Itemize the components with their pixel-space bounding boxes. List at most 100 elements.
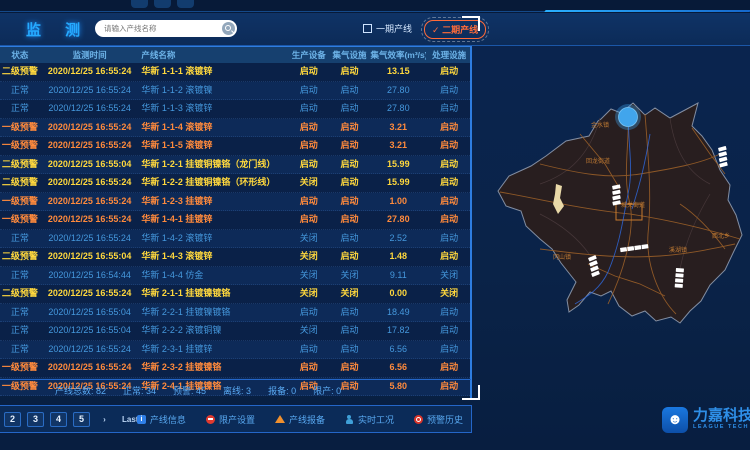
- phase1-checkbox[interactable]: 一期产线: [363, 22, 412, 35]
- corner-bracket: [462, 16, 480, 31]
- gas-facility-cell: 关闭: [329, 285, 371, 303]
- treatment-facility-cell: 启动: [426, 137, 472, 155]
- search-box: [95, 20, 237, 37]
- line-name-cell: 华新 1-1-2 滚镀镍: [139, 82, 288, 100]
- next-page-button[interactable]: ›: [96, 412, 113, 427]
- line-name-cell: 华新 1-2-3 挂镀锌: [139, 193, 288, 211]
- status-cell: 二级预警: [0, 156, 40, 174]
- status-cell: 二级预警: [0, 248, 40, 266]
- table-row[interactable]: 一级预警 2020/12/25 16:55:24 华新 1-1-4 滚镀锌 启动…: [0, 119, 472, 138]
- page-title: 监 测: [26, 19, 90, 40]
- action-info-button[interactable]: i 产线信息: [137, 413, 186, 426]
- line-name-cell: 华新 1-4-2 滚镀锌: [139, 230, 288, 248]
- efficiency-cell: 27.80: [370, 82, 426, 100]
- top-notch: [131, 0, 148, 8]
- gas-facility-cell: 启动: [329, 193, 371, 211]
- column-header: 状态: [0, 47, 40, 63]
- table-row[interactable]: 一级预警 2020/12/25 16:55:24 华新 1-4-1 挂镀锌 启动…: [0, 211, 472, 230]
- gas-facility-cell: 启动: [329, 156, 371, 174]
- time-cell: 2020/12/25 16:55:24: [40, 359, 140, 377]
- status-cell: 一级预警: [0, 193, 40, 211]
- treatment-facility-cell: 启动: [426, 230, 472, 248]
- top-notch: [154, 0, 171, 8]
- table-row[interactable]: 一级预警 2020/12/25 16:55:24 华新 2-3-2 挂镀镍铬 启…: [0, 359, 472, 378]
- line-name-cell: 华新 2-3-1 挂镀锌: [139, 341, 288, 359]
- efficiency-cell: 13.15: [370, 63, 426, 81]
- divider-accent: [544, 10, 750, 12]
- monitor-dashboard: 监 测 一期产线 ✓ 二期产线 状态监测时间产线名称生产设备集气设施集气效率(m…: [0, 0, 750, 450]
- time-cell: 2020/12/25 16:55:24: [40, 341, 140, 359]
- place-label: 西北乡: [712, 232, 730, 240]
- page-button[interactable]: 2: [4, 412, 21, 427]
- treatment-facility-cell: 关闭: [426, 285, 472, 303]
- time-cell: 2020/12/25 16:55:24: [40, 285, 140, 303]
- search-input[interactable]: [95, 23, 216, 34]
- production-equipment-cell: 启动: [289, 193, 329, 211]
- place-label: 冈山镇: [553, 253, 571, 261]
- status-cell: 正常: [0, 341, 40, 359]
- efficiency-cell: 6.56: [370, 359, 426, 377]
- table-row[interactable]: 二级预警 2020/12/25 16:55:04 华新 1-4-3 滚镀锌 关闭…: [0, 248, 472, 267]
- table-row[interactable]: 二级预警 2020/12/25 16:55:24 华新 2-1-1 挂镀镍镀铬 …: [0, 285, 472, 304]
- column-header: 产线名称: [139, 47, 288, 63]
- district-map[interactable]: 金水镇回龙街道城关街道西北乡冈山镇溪湖镇: [480, 14, 750, 450]
- production-equipment-cell: 启动: [289, 341, 329, 359]
- production-equipment-cell: 启动: [289, 304, 329, 322]
- column-header: 集气效率(m³/s): [370, 47, 426, 63]
- table-row[interactable]: 正常 2020/12/25 16:55:04 华新 2-2-1 挂镀镍镀铬 启动…: [0, 304, 472, 323]
- gas-facility-cell: 启动: [329, 230, 371, 248]
- page-button[interactable]: 3: [27, 412, 44, 427]
- action-limit-button[interactable]: 限产设置: [206, 413, 255, 426]
- top-notch: [177, 0, 194, 8]
- checkbox-icon: [363, 24, 372, 33]
- table-row[interactable]: 正常 2020/12/25 16:54:44 华新 1-4-4 仿金 关闭 关闭…: [0, 267, 472, 286]
- page-button[interactable]: 4: [50, 412, 67, 427]
- table-row[interactable]: 一级预警 2020/12/25 16:55:24 华新 1-1-5 滚镀锌 启动…: [0, 137, 472, 156]
- table-row[interactable]: 二级预警 2020/12/25 16:55:04 华新 1-2-1 挂镀铜镍铬（…: [0, 156, 472, 175]
- line-name-cell: 华新 2-2-1 挂镀镍镀铬: [139, 304, 288, 322]
- action-history-button[interactable]: 预警历史: [414, 413, 463, 426]
- table-row[interactable]: 正常 2020/12/25 16:55:24 华新 1-4-2 滚镀锌 关闭 启…: [0, 230, 472, 249]
- efficiency-cell: 3.21: [370, 119, 426, 137]
- alert-marker[interactable]: [619, 108, 638, 127]
- production-equipment-cell: 启动: [289, 137, 329, 155]
- production-equipment-cell: 关闭: [289, 248, 329, 266]
- table-row[interactable]: 正常 2020/12/25 16:55:24 华新 1-1-2 滚镀镍 启动 启…: [0, 82, 472, 101]
- treatment-facility-cell: 启动: [426, 156, 472, 174]
- line-name-cell: 华新 2-3-2 挂镀镍铬: [139, 359, 288, 377]
- gas-facility-cell: 启动: [329, 248, 371, 266]
- table-row[interactable]: 一级预警 2020/12/25 16:55:24 华新 1-2-3 挂镀锌 启动…: [0, 193, 472, 212]
- line-name-cell: 华新 1-1-5 滚镀锌: [139, 137, 288, 155]
- place-label: 城关街道: [621, 201, 645, 209]
- time-cell: 2020/12/25 16:55:24: [40, 137, 140, 155]
- production-equipment-cell: 启动: [289, 119, 329, 137]
- efficiency-cell: 15.99: [370, 156, 426, 174]
- page-button[interactable]: 5: [73, 412, 90, 427]
- company-logo: ☻ 力嘉科技 LEAGUE TECH: [662, 407, 750, 433]
- efficiency-cell: 2.52: [370, 230, 426, 248]
- production-equipment-cell: 启动: [289, 100, 329, 118]
- action-report-button[interactable]: 产线报备: [275, 413, 325, 426]
- treatment-facility-cell: 启动: [426, 119, 472, 137]
- table-header-row: 状态监测时间产线名称生产设备集气设施集气效率(m³/s)处理设施: [0, 46, 472, 63]
- history-icon: [414, 415, 423, 424]
- column-header: 监测时间: [40, 47, 140, 63]
- line-name-cell: 华新 1-4-1 挂镀锌: [139, 211, 288, 229]
- line-name-cell: 华新 2-2-2 滚镀铜镍: [139, 322, 288, 340]
- action-realtime-button[interactable]: 实时工况: [345, 413, 394, 426]
- table-row[interactable]: 二级预警 2020/12/25 16:55:24 华新 1-1-1 滚镀锌 启动…: [0, 63, 472, 82]
- efficiency-cell: 15.99: [370, 174, 426, 192]
- table-row[interactable]: 正常 2020/12/25 16:55:24 华新 1-1-3 滚镀锌 启动 启…: [0, 100, 472, 119]
- summary-bar: 产线总数: 82正常: 34预警: 45离线: 3报备: 0限产: 0: [0, 379, 471, 400]
- gas-facility-cell: 启动: [329, 322, 371, 340]
- table-row[interactable]: 正常 2020/12/25 16:55:04 华新 2-2-2 滚镀铜镍 关闭 …: [0, 322, 472, 341]
- table-row[interactable]: 正常 2020/12/25 16:55:24 华新 2-3-1 挂镀锌 启动 启…: [0, 341, 472, 360]
- production-equipment-cell: 关闭: [289, 174, 329, 192]
- gas-facility-cell: 启动: [329, 82, 371, 100]
- info-icon: i: [137, 415, 146, 424]
- search-icon[interactable]: [222, 22, 235, 35]
- status-cell: 正常: [0, 82, 40, 100]
- table-row[interactable]: 二级预警 2020/12/25 16:55:24 华新 1-2-2 挂镀铜镍铬（…: [0, 174, 472, 193]
- action-label: 产线信息: [150, 413, 186, 426]
- treatment-facility-cell: 关闭: [426, 267, 472, 285]
